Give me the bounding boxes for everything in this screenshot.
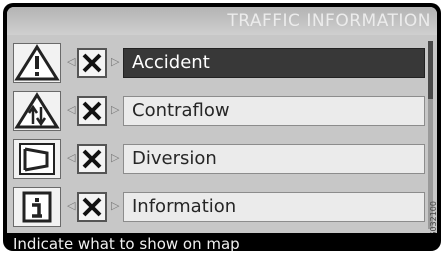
contraflow-icon: [13, 91, 61, 131]
screen: TRAFFIC INFORMATION ◁ ▷ Accident ◁ ▷ Con…: [7, 7, 437, 233]
arrow-right-icon[interactable]: ▷: [111, 103, 119, 116]
list-item-information[interactable]: ◁ ▷ Information: [13, 187, 431, 227]
arrow-left-icon[interactable]: ◁: [67, 103, 75, 116]
item-label[interactable]: Contraflow: [123, 96, 425, 126]
item-label[interactable]: Accident: [123, 48, 425, 78]
checkbox-diversion[interactable]: [77, 144, 107, 174]
info-icon: [13, 187, 61, 227]
arrow-right-icon[interactable]: ▷: [111, 151, 119, 164]
list-item-accident[interactable]: ◁ ▷ Accident: [13, 43, 431, 83]
checkbox-information[interactable]: [77, 192, 107, 222]
arrow-left-icon[interactable]: ◁: [67, 199, 75, 212]
figure-code: G032100: [429, 201, 437, 233]
item-label[interactable]: Information: [123, 192, 425, 222]
scrollbar-thumb[interactable]: [428, 41, 433, 99]
diversion-icon: [13, 139, 61, 179]
list-item-diversion[interactable]: ◁ ▷ Diversion: [13, 139, 431, 179]
item-label[interactable]: Diversion: [123, 144, 425, 174]
checkbox-accident[interactable]: [77, 48, 107, 78]
arrow-right-icon[interactable]: ▷: [111, 55, 119, 68]
checkbox-contraflow[interactable]: [77, 96, 107, 126]
arrow-left-icon[interactable]: ◁: [67, 151, 75, 164]
display-frame: TRAFFIC INFORMATION ◁ ▷ Accident ◁ ▷ Con…: [3, 3, 441, 251]
arrow-left-icon[interactable]: ◁: [67, 55, 75, 68]
arrow-right-icon[interactable]: ▷: [111, 199, 119, 212]
page-title: TRAFFIC INFORMATION: [227, 11, 431, 31]
status-text: Indicate what to show on map: [13, 235, 240, 251]
list-item-contraflow[interactable]: ◁ ▷ Contraflow: [13, 91, 431, 131]
warning-triangle-icon: [13, 43, 61, 83]
